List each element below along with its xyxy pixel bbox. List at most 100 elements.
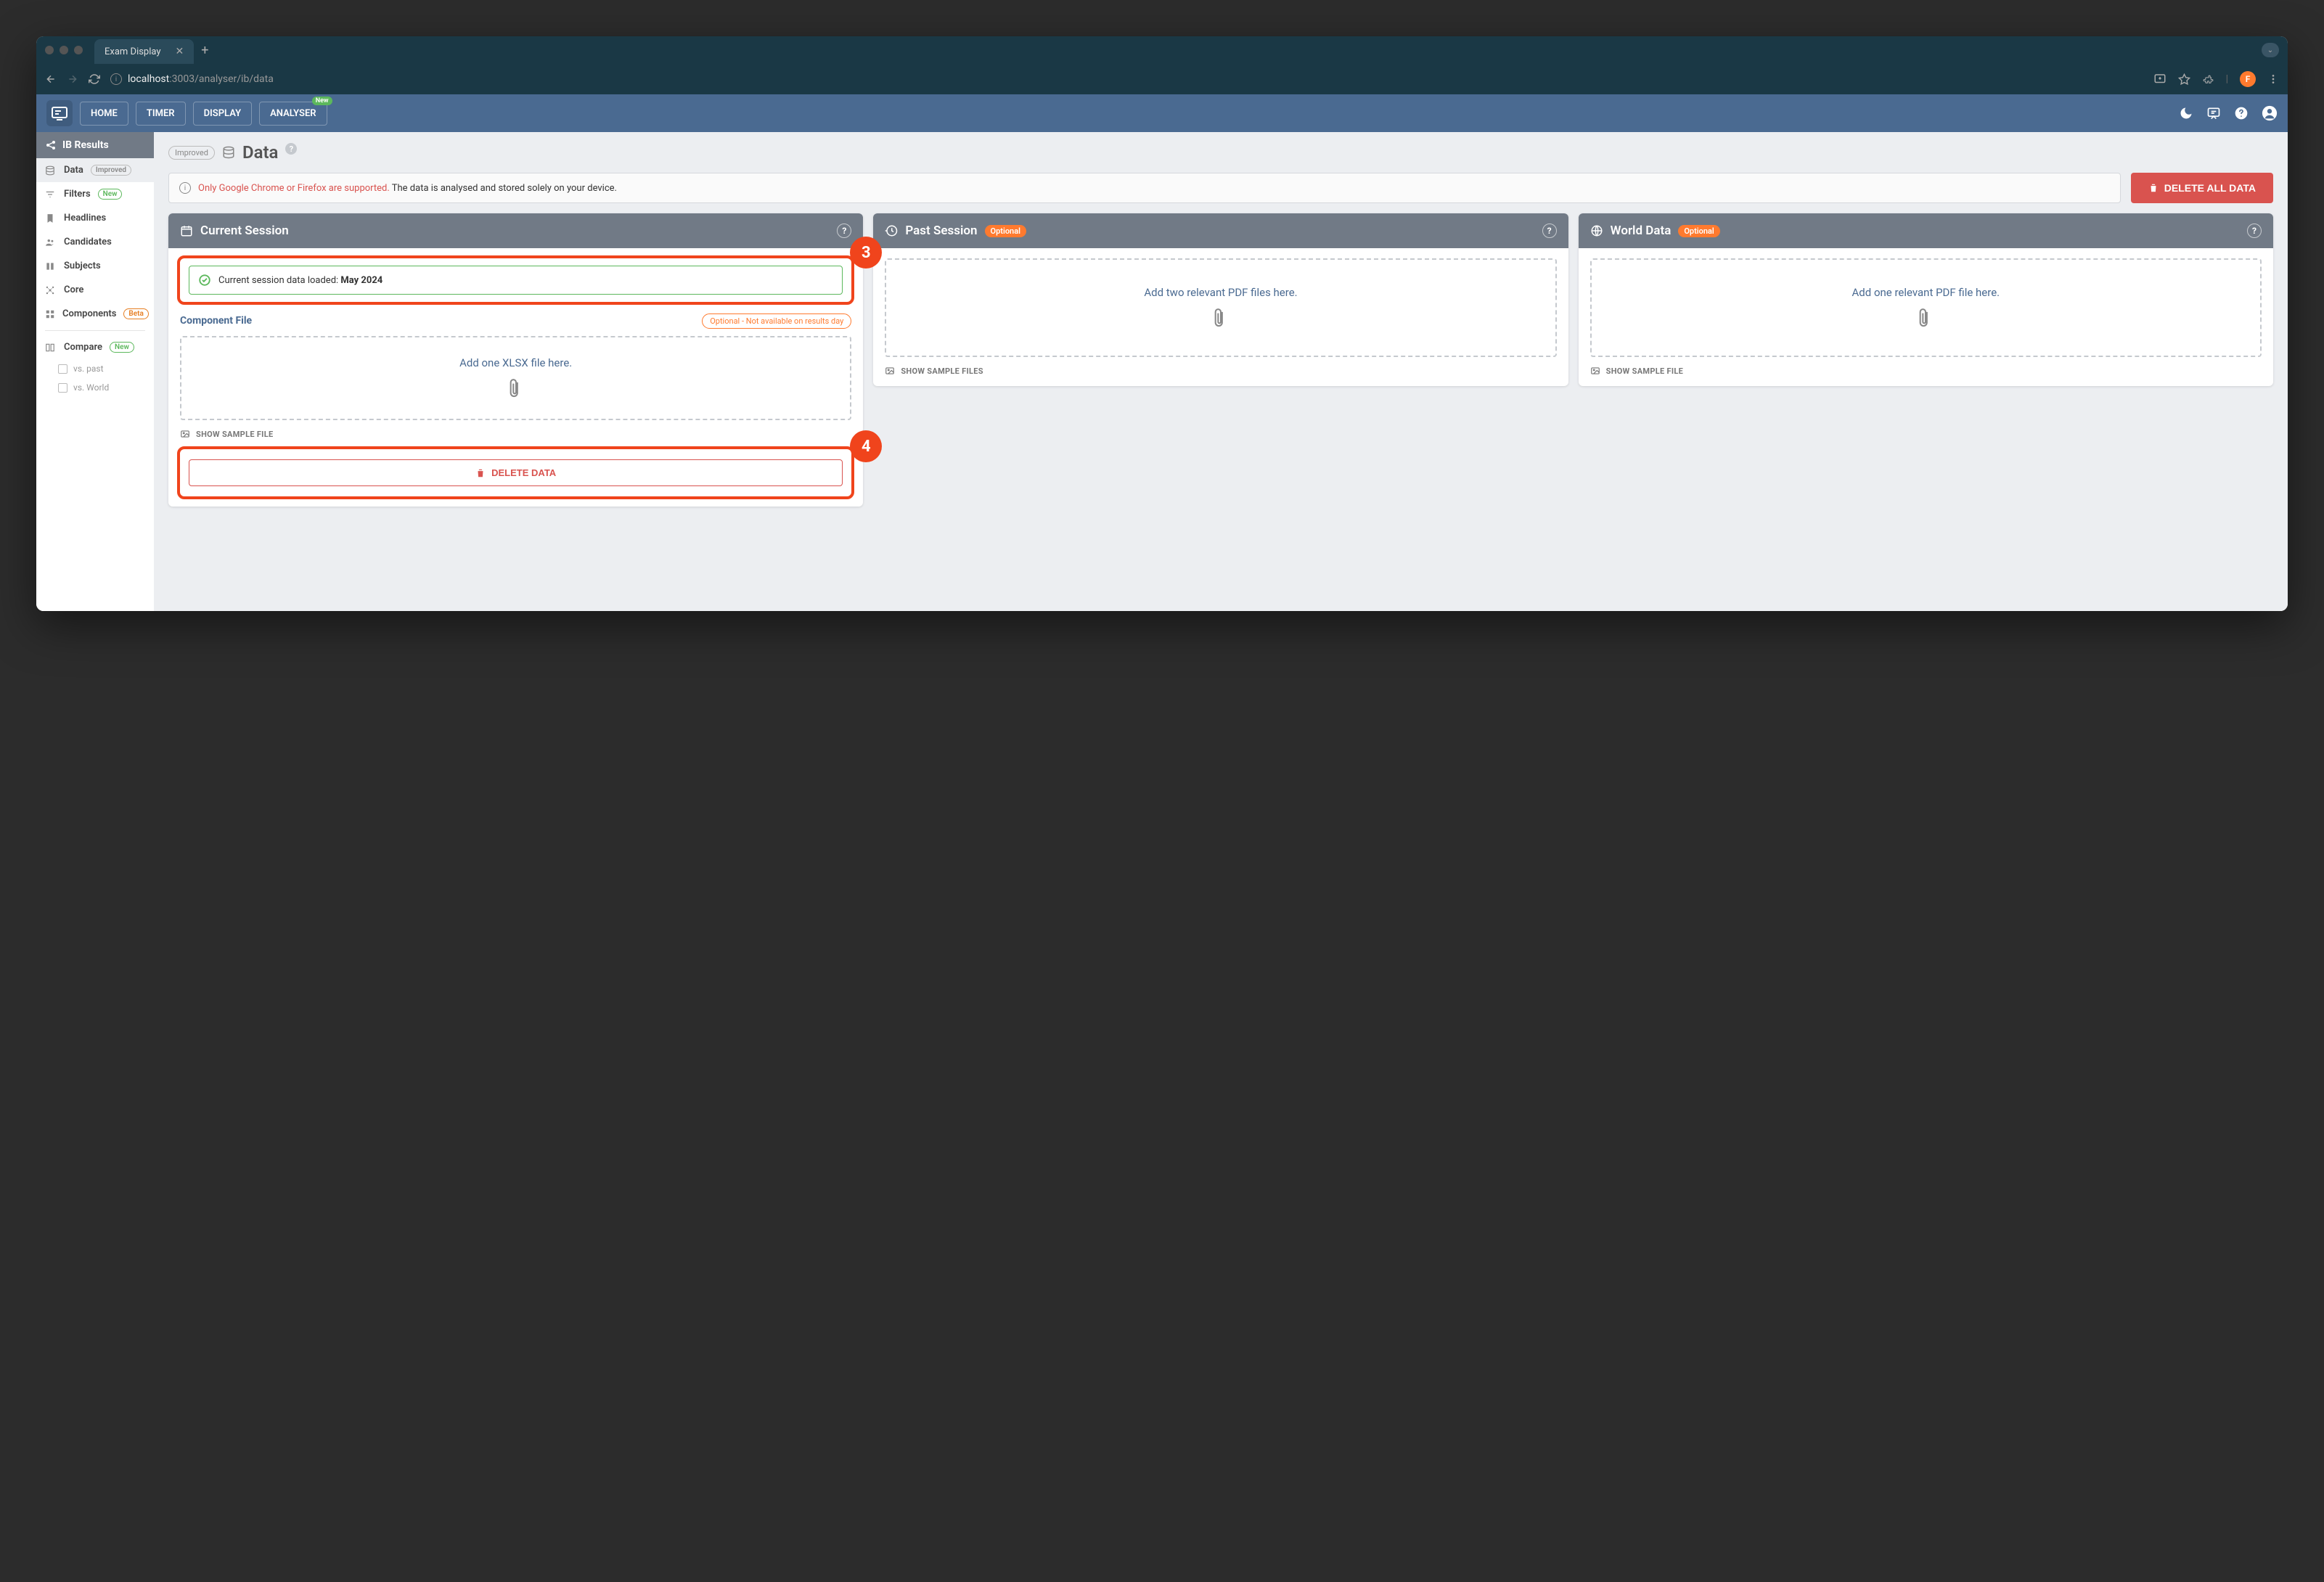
sidebar-item-subjects[interactable]: Subjects [36,254,154,278]
database-icon [222,146,235,159]
bookmark-icon[interactable] [2178,73,2190,86]
close-window-icon[interactable] [45,46,54,54]
card-title: Current Session [200,224,289,238]
sidebar-label: Compare [64,342,102,353]
paperclip-icon [1213,308,1229,329]
card-header: World Data Optional ? [1579,213,2273,248]
hub-icon [45,285,57,295]
filter-icon [45,189,57,200]
nav-analyser[interactable]: ANALYSER New [259,102,327,126]
file-dropzone-xlsx[interactable]: Add one XLSX file here. [180,336,851,420]
app-header: HOME TIMER DISPLAY ANALYSER New [36,94,2288,132]
optional-badge: Optional [985,225,1026,237]
nav-new-badge: New [312,97,332,105]
dropzone-text: Add one XLSX file here. [459,356,572,369]
new-tab-button[interactable]: + [201,43,208,58]
close-tab-icon[interactable]: ✕ [176,46,184,57]
banner-text: Only Google Chrome or Firefox are suppor… [198,183,617,194]
maximize-window-icon[interactable] [74,46,83,54]
install-app-icon[interactable] [2153,73,2167,86]
sidebar-item-core[interactable]: Core [36,278,154,302]
sidebar-item-filters[interactable]: Filters New [36,182,154,206]
show-sample-label: SHOW SAMPLE FILE [196,430,273,439]
sidebar-sub-vs-past[interactable]: vs. past [36,359,154,378]
sidebar-item-candidates[interactable]: Candidates [36,230,154,254]
delete-data-button[interactable]: DELETE DATA [189,459,843,486]
show-sample-file-button[interactable]: SHOW SAMPLE FILE [1590,366,2262,376]
card-current-session: Current Session ? 3 Current session data… [168,213,863,507]
banner-rest: The data is analysed and stored solely o… [390,183,617,194]
sidebar-item-headlines[interactable]: Headlines [36,206,154,230]
help-icon[interactable]: ? [2247,224,2262,238]
sidebar-item-compare[interactable]: Compare New [36,335,154,359]
theme-toggle-icon[interactable] [2179,106,2193,120]
info-icon: i [179,182,191,194]
sidebar-item-components[interactable]: Components Beta [36,302,154,326]
site-info-icon[interactable]: i [110,73,122,85]
page-title: Data [242,142,278,163]
browser-menu-icon[interactable] [2267,73,2279,85]
account-icon[interactable] [2262,105,2278,121]
back-button[interactable] [45,73,57,85]
check-circle-icon [198,274,211,287]
sidebar-item-data[interactable]: Data Improved [36,158,154,182]
improved-badge: Improved [168,146,215,160]
minimize-window-icon[interactable] [60,46,68,54]
card-world-data: World Data Optional ? Add one relevant P… [1579,213,2273,386]
new-badge: New [98,189,123,200]
annotation-highlight-3: 3 Current session data loaded: May 2024 [177,255,854,305]
calendar-icon [180,224,193,237]
forward-button[interactable] [67,73,78,85]
delete-all-button[interactable]: DELETE ALL DATA [2131,173,2273,203]
extensions-icon[interactable] [2202,73,2214,86]
titlebar-chevron-icon[interactable]: ⌄ [2262,43,2279,57]
card-past-session: Past Session Optional ? Add two relevant… [873,213,1568,386]
sidebar-title: IB Results [62,139,109,151]
bookmark-icon [45,213,57,224]
help-icon[interactable] [2234,106,2249,120]
show-sample-label: SHOW SAMPLE FILES [901,366,983,376]
optional-badge: Optional - Not available on results day [702,313,851,329]
checkbox-icon[interactable] [58,364,67,374]
nav-display[interactable]: DISPLAY [193,102,253,126]
annotation-callout-3: 3 [850,237,882,269]
checkbox-icon[interactable] [58,383,67,393]
file-dropzone-pdf-past[interactable]: Add two relevant PDF files here. [885,258,1556,357]
reload-button[interactable] [89,73,100,85]
help-icon[interactable]: ? [837,224,851,238]
sidebar-divider [45,330,145,331]
show-sample-file-button[interactable]: SHOW SAMPLE FILE [180,429,851,439]
tab-title: Exam Display [105,46,161,57]
sidebar-label: Subjects [64,261,101,271]
image-icon [180,429,190,439]
file-dropzone-pdf-world[interactable]: Add one relevant PDF file here. [1590,258,2262,357]
nav-home[interactable]: HOME [80,102,128,126]
main-content: Improved Data ? i Only Google Chrome or … [154,132,2288,611]
optional-badge: Optional [1678,225,1719,237]
delete-data-label: DELETE DATA [491,467,556,478]
dropzone-text: Add two relevant PDF files here. [1144,286,1297,299]
nav-timer[interactable]: TIMER [136,102,186,126]
traffic-lights[interactable] [45,46,83,54]
show-sample-files-button[interactable]: SHOW SAMPLE FILES [885,366,1556,376]
share-icon [45,139,57,151]
feedback-icon[interactable] [2206,106,2221,120]
image-icon [885,366,895,376]
app-body: IB Results Data Improved Filters New Hea… [36,132,2288,611]
success-message: Current session data loaded: May 2024 [189,266,843,295]
paperclip-icon [508,378,524,400]
history-icon [885,224,898,237]
grid-icon [45,309,55,319]
profile-avatar[interactable]: F [2240,71,2256,87]
help-icon[interactable]: ? [1542,224,1557,238]
help-icon[interactable]: ? [285,143,297,155]
url-path: /analyser/ib/data [195,73,274,85]
app-logo-icon[interactable] [46,100,73,126]
improved-badge: Improved [91,165,131,176]
browser-tab[interactable]: Exam Display ✕ [94,39,194,64]
sidebar-sub-label: vs. World [73,382,109,393]
sidebar-sub-vs-world[interactable]: vs. World [36,378,154,397]
sidebar-header: IB Results [36,132,154,158]
beta-badge: Beta [123,308,148,319]
address-field[interactable]: i localhost:3003/analyser/ib/data [110,73,2143,85]
